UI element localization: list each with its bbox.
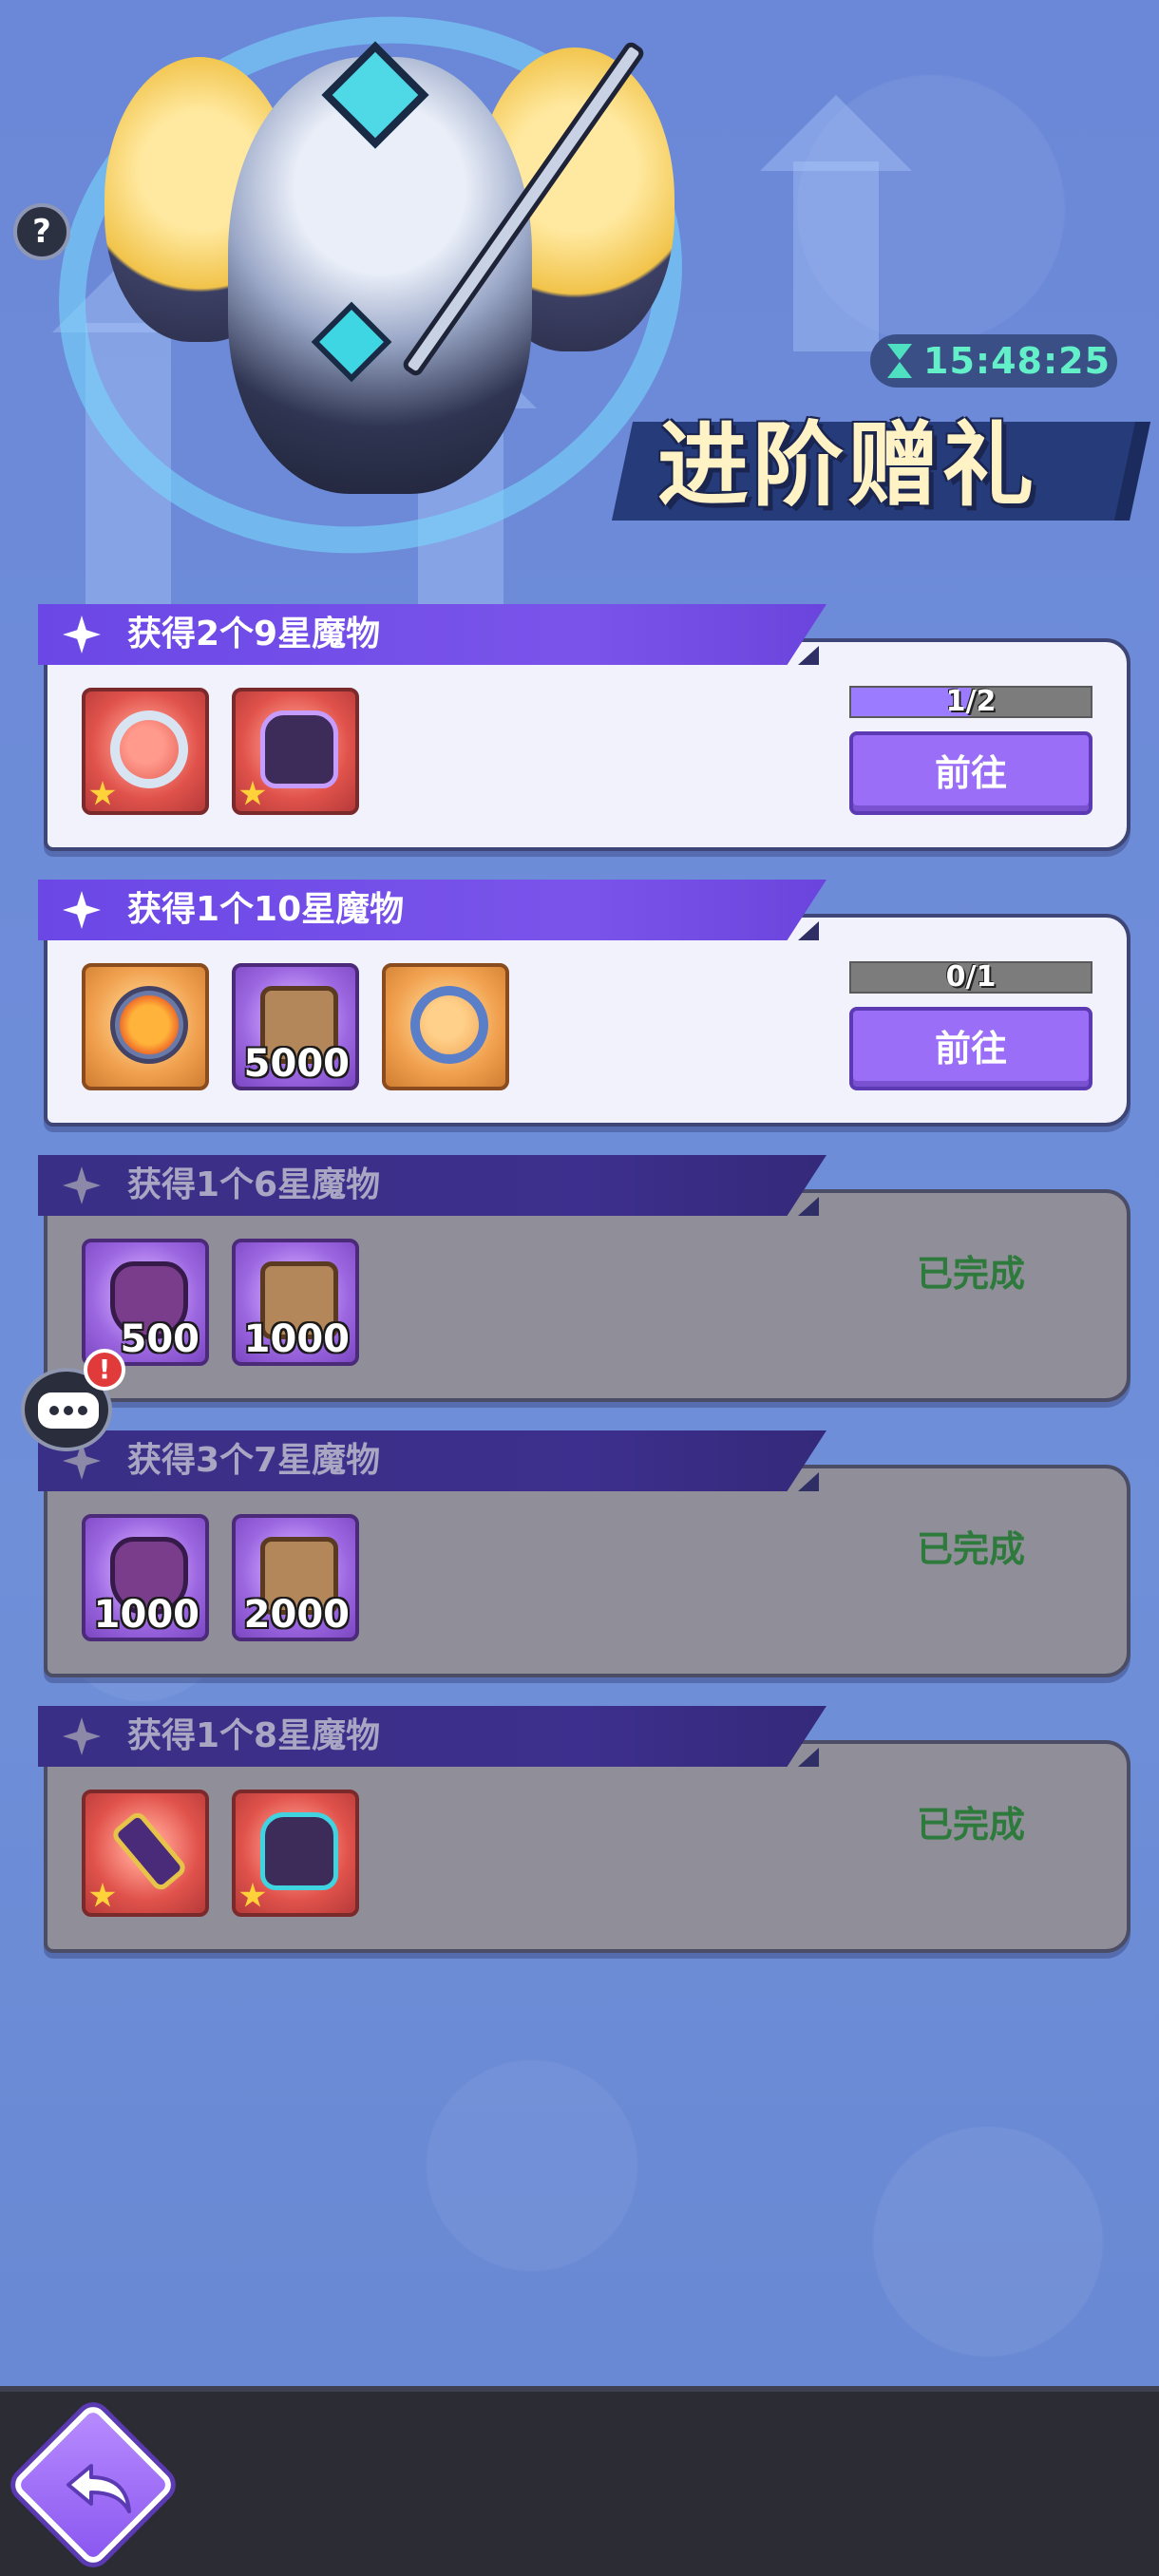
portal-ring-icon xyxy=(403,978,496,1071)
reward-item[interactable] xyxy=(82,688,209,815)
task-header-tip xyxy=(798,921,819,940)
reward-count: 500 xyxy=(120,1317,200,1361)
task-card: 获得1个6星魔物 500 1000 已完成 xyxy=(38,1155,1130,1402)
task-card: 获得1个8星魔物 已完成 xyxy=(38,1706,1130,1953)
armor-icon xyxy=(260,710,338,788)
reward-item[interactable]: 5000 xyxy=(232,963,359,1090)
notification-badge: ! xyxy=(84,1349,125,1391)
cloak-icon xyxy=(260,1812,338,1890)
task-header-tip xyxy=(798,1472,819,1491)
chat-dot xyxy=(78,1406,87,1415)
progress-bar: 1/2 xyxy=(849,686,1092,718)
reward-item[interactable] xyxy=(232,688,359,815)
emblem-icon xyxy=(110,986,188,1064)
go-button[interactable]: 前往 xyxy=(849,1007,1092,1090)
reward-count: 5000 xyxy=(243,1042,350,1086)
reward-item[interactable]: 1000 xyxy=(232,1239,359,1366)
quality-star-icon xyxy=(239,781,266,805)
task-title: 获得2个9星魔物 xyxy=(127,615,381,653)
task-header-tip xyxy=(798,1748,819,1767)
task-header-tip xyxy=(798,646,819,665)
reward-item[interactable] xyxy=(382,963,509,1090)
completed-label: 已完成 xyxy=(916,1804,1025,1846)
reward-item[interactable] xyxy=(82,963,209,1090)
progress-bar: 0/1 xyxy=(849,961,1092,994)
task-title: 获得1个8星魔物 xyxy=(127,1716,381,1755)
hourglass-icon xyxy=(887,344,912,378)
chat-dot xyxy=(64,1406,73,1415)
ring-icon xyxy=(103,703,196,796)
task-header-tip xyxy=(798,1197,819,1216)
quality-star-icon xyxy=(239,1883,266,1907)
reward-item[interactable] xyxy=(82,1790,209,1917)
task-card: 获得1个10星魔物 5000 0/1 前往 xyxy=(38,880,1130,1127)
quality-star-icon xyxy=(89,781,116,805)
back-arrow-icon xyxy=(66,2464,131,2513)
page-title: 进阶赠礼 xyxy=(657,412,1037,519)
chat-dot xyxy=(49,1406,59,1415)
reward-count: 2000 xyxy=(243,1593,350,1637)
decor-arrow xyxy=(760,95,912,351)
completed-label: 已完成 xyxy=(916,1253,1025,1295)
task-title: 获得1个10星魔物 xyxy=(127,890,405,929)
timer-text: 15:48:25 xyxy=(923,340,1112,382)
countdown-timer: 15:48:25 xyxy=(870,334,1117,388)
task-title: 获得3个7星魔物 xyxy=(127,1441,381,1480)
quality-star-icon xyxy=(89,1883,116,1907)
chat-icon xyxy=(38,1392,99,1429)
progress-text: 0/1 xyxy=(945,960,997,994)
completed-label: 已完成 xyxy=(916,1528,1025,1570)
progress-text: 1/2 xyxy=(945,685,997,718)
reward-item[interactable]: 1000 xyxy=(82,1514,209,1641)
bottom-bar xyxy=(0,2386,1159,2576)
help-icon: ? xyxy=(32,213,51,251)
task-card: 获得3个7星魔物 1000 2000 已完成 xyxy=(38,1430,1130,1677)
go-button[interactable]: 前往 xyxy=(849,731,1092,815)
reward-item[interactable]: 500 xyxy=(82,1239,209,1366)
sword-icon xyxy=(109,1809,189,1894)
reward-count: 1000 xyxy=(93,1593,200,1637)
task-title: 获得1个6星魔物 xyxy=(127,1165,381,1204)
task-card: 获得2个9星魔物 1/2 前往 xyxy=(38,604,1130,851)
reward-item[interactable]: 2000 xyxy=(232,1514,359,1641)
help-button[interactable]: ? xyxy=(13,203,70,260)
reward-count: 1000 xyxy=(243,1317,350,1361)
reward-item[interactable] xyxy=(232,1790,359,1917)
